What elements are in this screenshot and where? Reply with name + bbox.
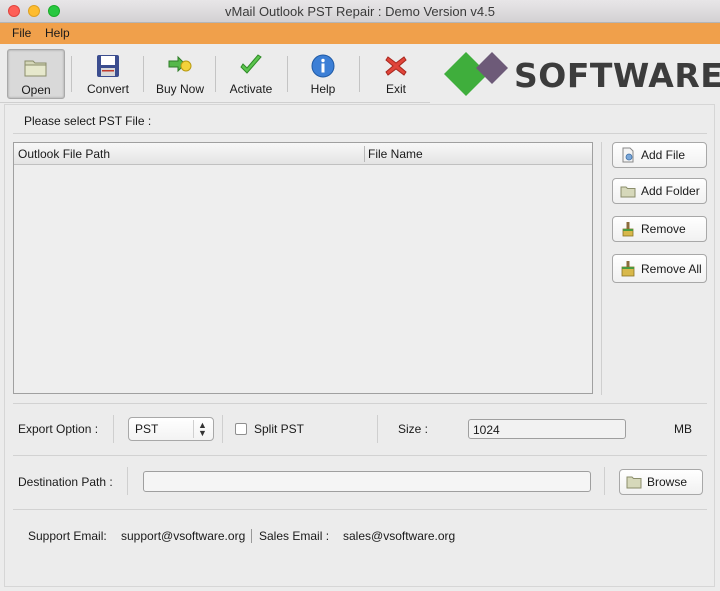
folder-icon — [626, 476, 642, 489]
size-input[interactable]: 1024 — [468, 419, 626, 439]
folder-open-icon — [24, 60, 47, 77]
toolbar-divider — [215, 56, 216, 92]
convert-button[interactable]: Convert — [78, 49, 138, 99]
exit-label: Exit — [385, 82, 406, 96]
file-table[interactable]: Outlook File Path File Name — [13, 142, 593, 394]
vertical-divider — [377, 415, 378, 443]
split-pst-checkbox[interactable] — [235, 423, 247, 435]
size-label: Size : — [398, 422, 429, 436]
support-email-label: Support Email: — [28, 529, 107, 543]
vertical-divider — [113, 415, 114, 443]
file-table-body[interactable] — [14, 165, 592, 393]
toolbar-divider — [359, 56, 360, 92]
remove-all-label: Remove All — [641, 261, 702, 276]
window-title: vMail Outlook PST Repair : Demo Version … — [225, 4, 495, 19]
section-divider — [13, 133, 707, 134]
broom-multi-icon — [621, 260, 635, 276]
section-divider — [13, 509, 707, 510]
menu-bar: File Help — [0, 23, 720, 44]
toolbar-underline — [0, 102, 430, 103]
split-pst-label: Split PST — [254, 422, 305, 436]
remove-all-button[interactable]: Remove All — [612, 254, 707, 283]
vertical-divider — [604, 467, 605, 495]
destination-path-input[interactable] — [143, 471, 591, 492]
buy-now-button[interactable]: Buy Now — [150, 49, 210, 99]
open-label: Open — [21, 83, 51, 97]
menu-file[interactable]: File — [12, 26, 31, 40]
sales-email-link[interactable]: sales@vsoftware.org — [343, 529, 455, 543]
broom-icon — [622, 222, 634, 237]
size-unit-label: MB — [674, 422, 692, 436]
convert-label: Convert — [86, 82, 130, 96]
floppy-disk-icon — [97, 55, 119, 77]
column-outlook-file-path[interactable]: Outlook File Path — [18, 147, 110, 161]
add-file-icon — [622, 147, 634, 163]
buy-now-label: Buy Now — [155, 82, 205, 96]
buy-arrow-icon — [168, 55, 192, 73]
footer-divider — [251, 529, 252, 543]
toolbar-divider — [287, 56, 288, 92]
logo-diamond-icon — [444, 52, 508, 96]
help-button[interactable]: Help — [294, 49, 352, 99]
checkmark-icon — [240, 54, 262, 74]
column-divider — [364, 146, 365, 162]
toolbar-divider — [143, 56, 144, 92]
info-icon — [311, 54, 335, 78]
folder-icon — [620, 186, 636, 198]
browse-button[interactable]: Browse — [619, 469, 703, 495]
activate-button[interactable]: Activate — [222, 49, 280, 99]
vertical-divider — [601, 142, 602, 395]
exit-button[interactable]: Exit — [366, 49, 426, 99]
destination-path-label: Destination Path : — [18, 475, 113, 489]
updown-chevron-icon: ▲ ▼ — [193, 420, 211, 438]
export-format-value: PST — [135, 422, 159, 436]
remove-button[interactable]: Remove — [612, 216, 707, 242]
vertical-divider — [222, 415, 223, 443]
logo-text: SOFTWARE — [514, 56, 720, 95]
add-file-label: Add File — [641, 148, 686, 162]
sales-email-label: Sales Email : — [259, 529, 330, 543]
select-pst-prompt: Please select PST File : — [24, 114, 152, 128]
title-bar: vMail Outlook PST Repair : Demo Version … — [0, 0, 720, 23]
open-button[interactable]: Open — [7, 49, 65, 99]
section-divider — [13, 403, 707, 404]
column-file-name[interactable]: File Name — [368, 147, 423, 161]
browse-label: Browse — [647, 475, 688, 489]
export-option-label: Export Option : — [18, 422, 99, 436]
add-file-button[interactable]: Add File — [612, 142, 707, 168]
vertical-divider — [127, 467, 128, 495]
menu-help[interactable]: Help — [45, 26, 70, 40]
section-divider — [13, 455, 707, 456]
file-table-header: Outlook File Path File Name — [14, 143, 592, 165]
export-format-select[interactable]: PST ▲ ▼ — [128, 417, 214, 441]
support-email-link[interactable]: support@vsoftware.org — [121, 529, 245, 543]
activate-label: Activate — [229, 82, 273, 96]
add-folder-button[interactable]: Add Folder — [612, 178, 707, 204]
company-logo: SOFTWARE — [444, 50, 720, 98]
toolbar-divider — [71, 56, 72, 92]
red-x-icon — [385, 56, 407, 76]
add-folder-label: Add Folder — [641, 184, 700, 198]
remove-label: Remove — [641, 222, 686, 236]
help-label: Help — [310, 82, 336, 96]
